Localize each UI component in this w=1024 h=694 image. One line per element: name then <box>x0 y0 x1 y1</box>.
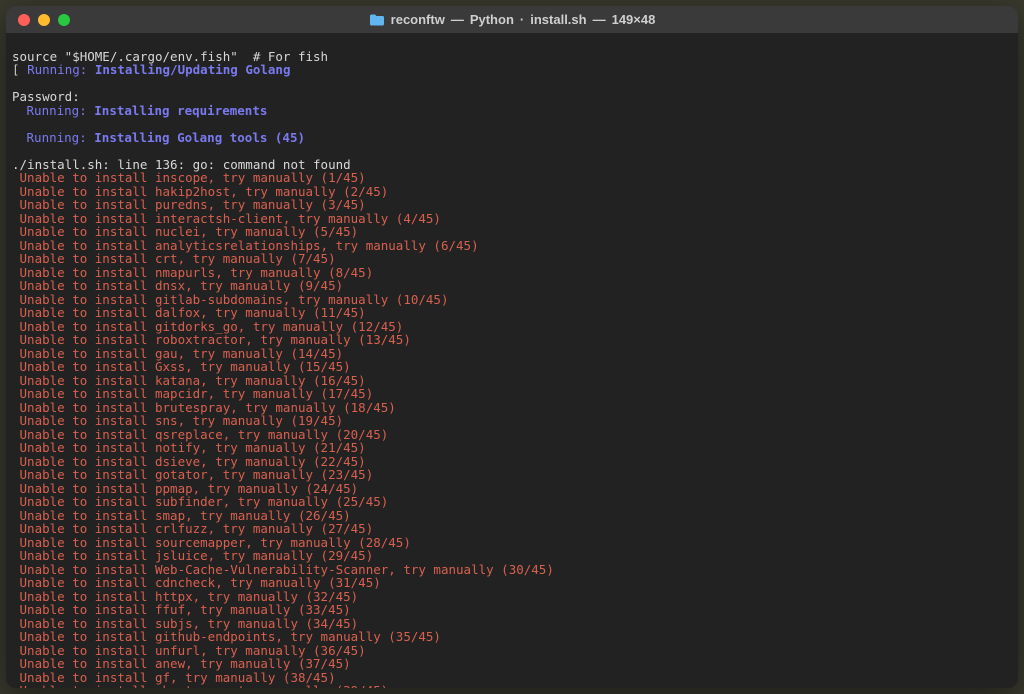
install-fail-line: Unable to install sourcemapper, try manu… <box>12 536 1012 550</box>
install-fail-line: Unable to install nuclei, try manually (… <box>12 225 1012 239</box>
install-fail-line: Unable to install subjs, try manually (3… <box>12 617 1012 631</box>
install-fail-line: Unable to install puredns, try manually … <box>12 198 1012 212</box>
install-fail-line: Unable to install analyticsrelationships… <box>12 239 1012 253</box>
install-fail-line: Unable to install subfinder, try manuall… <box>12 495 1012 509</box>
install-fail-line: Unable to install github-endpoints, try … <box>12 630 1012 644</box>
install-fail-line: Unable to install cdncheck, try manually… <box>12 576 1012 590</box>
install-fail-line: Unable to install mapcidr, try manually … <box>12 387 1012 401</box>
install-fail-line: Unable to install nmapurls, try manually… <box>12 266 1012 280</box>
titlebar: reconftw — Python · install.sh — 149×48 <box>6 6 1018 34</box>
install-fail-line: Unable to install gau, try manually (14/… <box>12 347 1012 361</box>
install-fail-line: Unable to install dalfox, try manually (… <box>12 306 1012 320</box>
title-dims: 149×48 <box>612 13 656 27</box>
install-fail-line: Unable to install ffuf, try manually (33… <box>12 603 1012 617</box>
install-fail-line: Unable to install hakip2host, try manual… <box>12 185 1012 199</box>
install-fail-line: Unable to install gitlab-subdomains, try… <box>12 293 1012 307</box>
title-folder: reconftw <box>391 13 445 27</box>
install-fail-line: Unable to install dnsx, try manually (9/… <box>12 279 1012 293</box>
install-fail-line: Unable to install jsluice, try manually … <box>12 549 1012 563</box>
running-msg: Installing/Updating Golang <box>95 62 291 77</box>
running-msg: Installing Golang tools (45) <box>94 130 305 145</box>
install-fail-line: Unable to install inscope, try manually … <box>12 171 1012 185</box>
install-fail-line: Unable to install smap, try manually (26… <box>12 509 1012 523</box>
install-fail-line: Unable to install katana, try manually (… <box>12 374 1012 388</box>
title-file: install.sh <box>530 13 586 27</box>
running-msg: Installing requirements <box>94 103 267 118</box>
minimize-icon[interactable] <box>38 14 50 26</box>
running-label <box>12 103 27 118</box>
install-fail-line: Unable to install sns, try manually (19/… <box>12 414 1012 428</box>
install-fail-line: Unable to install gitdorks_go, try manua… <box>12 320 1012 334</box>
title-dash: — <box>593 13 606 27</box>
install-fail-line: Unable to install Web-Cache-Vulnerabilit… <box>12 563 1012 577</box>
running-label: Running: <box>27 62 87 77</box>
install-failures: Unable to install inscope, try manually … <box>12 171 1012 688</box>
install-fail-line: Unable to install qsreplace, try manuall… <box>12 428 1012 442</box>
install-fail-line: Unable to install notify, try manually (… <box>12 441 1012 455</box>
terminal-window: reconftw — Python · install.sh — 149×48 … <box>6 6 1018 688</box>
install-fail-line: Unable to install interactsh-client, try… <box>12 212 1012 226</box>
install-fail-line: Unable to install anew, try manually (37… <box>12 657 1012 671</box>
running-label: Running: <box>27 130 87 145</box>
install-fail-line: Unable to install unfurl, try manually (… <box>12 644 1012 658</box>
title-process: Python <box>470 13 514 27</box>
folder-icon <box>369 14 385 26</box>
maximize-icon[interactable] <box>58 14 70 26</box>
install-fail-line: Unable to install brutespray, try manual… <box>12 401 1012 415</box>
close-icon[interactable] <box>18 14 30 26</box>
running-label <box>12 130 27 145</box>
install-fail-line: Unable to install ppmap, try manually (2… <box>12 482 1012 496</box>
title-dot: · <box>520 13 524 27</box>
install-fail-line: Unable to install gotator, try manually … <box>12 468 1012 482</box>
window-controls <box>6 14 70 26</box>
install-fail-line: Unable to install crlfuzz, try manually … <box>12 522 1012 536</box>
install-fail-line: Unable to install dsieve, try manually (… <box>12 455 1012 469</box>
bracket: [ <box>12 62 20 77</box>
title-sep: — <box>451 13 464 27</box>
install-fail-line: Unable to install Gxss, try manually (15… <box>12 360 1012 374</box>
install-fail-line: Unable to install shortscan, try manuall… <box>12 684 1012 688</box>
window-title: reconftw — Python · install.sh — 149×48 <box>6 13 1018 27</box>
install-fail-line: Unable to install gf, try manually (38/4… <box>12 671 1012 685</box>
install-fail-line: Unable to install roboxtractor, try manu… <box>12 333 1012 347</box>
install-fail-line: Unable to install httpx, try manually (3… <box>12 590 1012 604</box>
install-fail-line: Unable to install crt, try manually (7/4… <box>12 252 1012 266</box>
running-label: Running: <box>27 103 87 118</box>
terminal-output[interactable]: source "$HOME/.cargo/env.fish" # For fis… <box>6 34 1018 688</box>
